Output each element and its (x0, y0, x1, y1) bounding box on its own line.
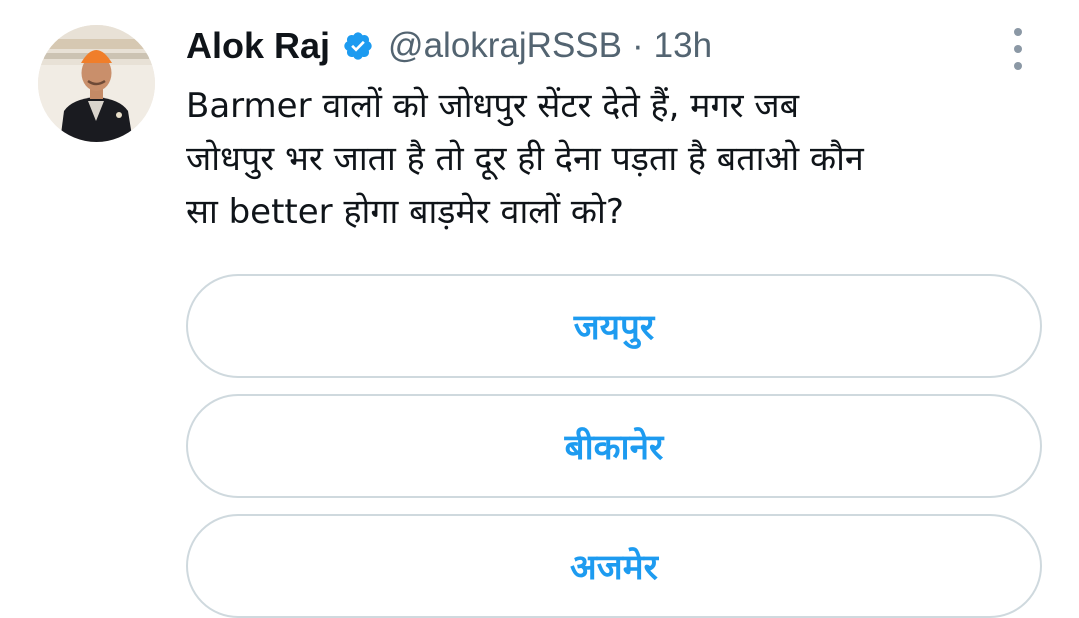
author-name[interactable]: Alok Raj (186, 25, 330, 67)
poll-option-label: अजमेर (570, 547, 658, 588)
tweet-text-line: जोधपुर भर जाता है तो दूर ही देना पड़ता ह… (186, 139, 864, 179)
author-avatar[interactable] (38, 25, 155, 142)
poll-option-label: बीकानेर (564, 427, 664, 468)
verified-badge-icon (342, 30, 374, 62)
tweet-text: Barmer वालों को जोधपुर सेंटर देते हैं, म… (186, 80, 1056, 239)
poll-option-jaipur[interactable]: जयपुर (186, 274, 1042, 378)
tweet-text-line: Barmer वालों को जोधपुर सेंटर देते हैं, म… (186, 86, 800, 126)
tweet-text-line: सा better होगा बाड़मेर वालों को? (186, 192, 624, 232)
header-separator: · (632, 26, 644, 65)
more-vertical-icon[interactable] (1006, 28, 1030, 70)
poll-option-label: जयपुर (573, 307, 655, 348)
poll-option-ajmer[interactable]: अजमेर (186, 514, 1042, 618)
poll-option-bikaner[interactable]: बीकानेर (186, 394, 1042, 498)
tweet-header: Alok Raj @alokrajRSSB · 13h (186, 22, 712, 70)
author-handle[interactable]: @alokrajRSSB (388, 26, 622, 66)
tweet-timestamp[interactable]: 13h (654, 26, 712, 66)
